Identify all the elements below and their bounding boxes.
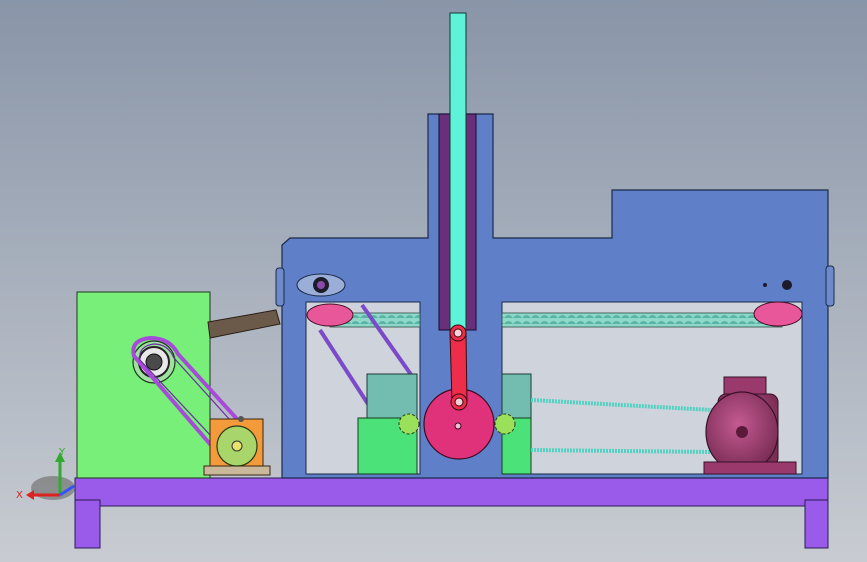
pink-pulley-right[interactable] (753, 301, 803, 327)
left-gearbox-coupling (398, 413, 420, 435)
triad-x-label: X (16, 490, 23, 501)
mount-feet (203, 465, 271, 476)
small-bolt-1 (238, 416, 244, 422)
motor-feet (703, 461, 797, 475)
motor-shaft (736, 426, 748, 438)
frame-left-cap (275, 267, 285, 307)
green-box[interactable] (76, 291, 211, 479)
triad-y-label: Y (58, 447, 66, 458)
frame-hole-small (763, 283, 767, 287)
crank-disc-hole (454, 422, 462, 430)
left-gearbox-top[interactable] (366, 373, 418, 421)
frame-hole (782, 280, 792, 290)
base-left-leg[interactable] (74, 499, 101, 549)
base-right-leg[interactable] (804, 499, 829, 549)
bearing-inner (145, 353, 163, 371)
left-gearbox[interactable] (357, 373, 420, 475)
base-top-plate[interactable] (74, 477, 829, 507)
right-gearbox-coupling (494, 413, 516, 435)
cad-viewport[interactable]: X Y (0, 0, 867, 562)
cyan-belt-lower[interactable] (530, 448, 713, 454)
connecting-rod[interactable] (449, 332, 468, 403)
flange-bearing-bore (317, 281, 325, 289)
connecting-rod-bottom-pin-hole (454, 397, 464, 407)
connecting-rod-top-pin-hole (453, 328, 463, 338)
right-gearbox-top[interactable] (501, 373, 532, 421)
small-pulley-hub (231, 440, 243, 452)
frame-right-cap (825, 265, 835, 307)
vertical-slider[interactable] (449, 12, 467, 332)
pink-pulley-left[interactable] (306, 303, 354, 327)
timing-belt-right[interactable] (501, 312, 783, 328)
